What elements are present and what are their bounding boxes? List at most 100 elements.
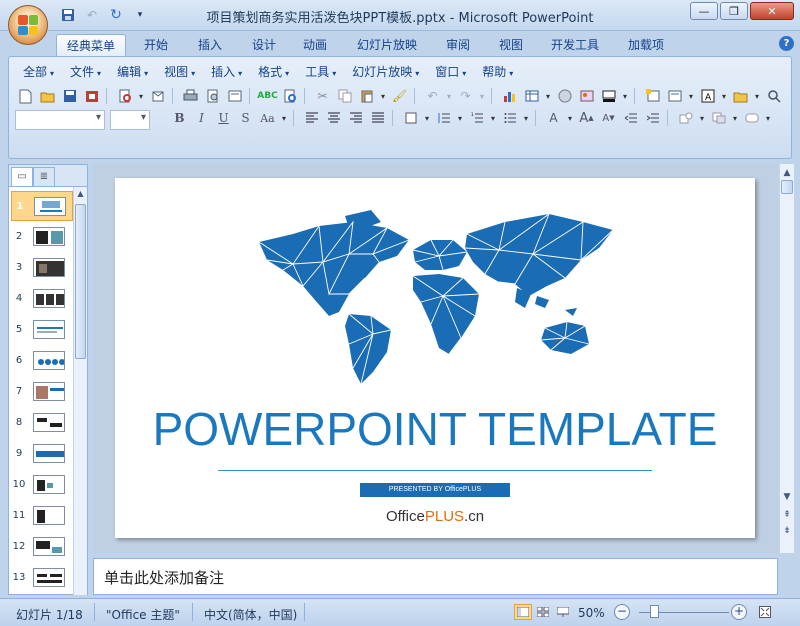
chevron-down-icon[interactable]: ▾ bbox=[455, 108, 465, 128]
chevron-down-icon[interactable]: ▾ bbox=[565, 108, 575, 128]
slide-thumbnail[interactable]: 10 bbox=[11, 470, 73, 500]
cut-icon[interactable]: ✂ bbox=[312, 86, 333, 106]
tab-review[interactable]: 审阅 bbox=[436, 34, 480, 56]
slide-thumbnail[interactable]: 13 bbox=[11, 563, 73, 593]
help-icon[interactable]: ? bbox=[779, 36, 794, 51]
increase-indent-icon[interactable] bbox=[642, 108, 663, 128]
tab-slideshow[interactable]: 幻灯片放映 bbox=[347, 34, 427, 56]
permission-icon[interactable] bbox=[81, 86, 102, 106]
notes-pane[interactable]: 单击此处添加备注 bbox=[93, 558, 778, 595]
next-slide-icon[interactable]: ⇟ bbox=[780, 524, 794, 538]
scrollbar-thumb[interactable] bbox=[781, 180, 793, 194]
language-status[interactable]: 中文(简体，中国) bbox=[204, 606, 297, 623]
chevron-down-icon[interactable]: ▾ bbox=[477, 86, 487, 106]
shapes-icon[interactable] bbox=[675, 108, 696, 128]
slide-thumbnail[interactable]: 9 bbox=[11, 439, 73, 469]
research-icon[interactable] bbox=[279, 86, 300, 106]
preview-icon[interactable] bbox=[202, 86, 223, 106]
italic-icon[interactable]: I bbox=[191, 108, 212, 128]
menu-window[interactable]: 窗口 ▾ bbox=[427, 63, 474, 81]
zoom-slider-thumb[interactable] bbox=[650, 605, 659, 618]
arrange-icon[interactable] bbox=[708, 108, 729, 128]
restore-button[interactable]: ❐ bbox=[720, 2, 748, 20]
insert-picture-icon[interactable] bbox=[576, 86, 597, 106]
chevron-down-icon[interactable]: ▾ bbox=[422, 108, 432, 128]
chevron-down-icon[interactable]: ▾ bbox=[521, 108, 531, 128]
font-color-icon[interactable]: A bbox=[543, 108, 564, 128]
minimize-button[interactable]: — bbox=[690, 2, 718, 20]
menu-all[interactable]: 全部 ▾ bbox=[15, 63, 62, 81]
menu-file[interactable]: 文件 ▾ bbox=[62, 63, 109, 81]
fill-color-icon[interactable] bbox=[598, 86, 619, 106]
slide-canvas[interactable]: POWERPOINT TEMPLATE PRESENTED BY OfficeP… bbox=[115, 178, 755, 538]
slide-thumbnail[interactable]: 12 bbox=[11, 532, 73, 562]
zoom-out-button[interactable]: − bbox=[614, 604, 630, 620]
menu-help[interactable]: 帮助 ▾ bbox=[474, 63, 521, 81]
chevron-down-icon[interactable]: ▾ bbox=[752, 86, 762, 106]
font-size-combo[interactable] bbox=[110, 110, 150, 130]
slide-thumbnail[interactable]: 7 bbox=[11, 377, 73, 407]
zoom-in-button[interactable]: + bbox=[731, 604, 747, 620]
text-direction-icon[interactable] bbox=[400, 108, 421, 128]
tab-addins[interactable]: 加载项 bbox=[618, 34, 674, 56]
spelling-icon[interactable]: ABC bbox=[257, 86, 278, 106]
print-icon[interactable] bbox=[180, 86, 201, 106]
menu-edit[interactable]: 编辑 ▾ bbox=[109, 63, 156, 81]
slide-thumbnail[interactable]: 5 bbox=[11, 315, 73, 345]
scroll-down-icon[interactable]: ▼ bbox=[780, 490, 794, 504]
chevron-down-icon[interactable]: ▾ bbox=[488, 108, 498, 128]
align-center-icon[interactable] bbox=[323, 108, 344, 128]
notes-placeholder[interactable]: 单击此处添加备注 bbox=[104, 567, 224, 588]
menu-format[interactable]: 格式 ▾ bbox=[250, 63, 297, 81]
previous-slide-icon[interactable]: ⇞ bbox=[780, 508, 794, 522]
open-folder-icon[interactable] bbox=[37, 86, 58, 106]
slide-thumbnail[interactable]: 2 bbox=[11, 222, 73, 252]
slideshow-view-button[interactable] bbox=[554, 604, 572, 620]
menu-slideshow[interactable]: 幻灯片放映 ▾ bbox=[344, 63, 427, 81]
menu-view[interactable]: 视图 ▾ bbox=[156, 63, 203, 81]
slide-thumbnail[interactable]: 1 bbox=[11, 191, 73, 221]
chevron-down-icon[interactable]: ▾ bbox=[136, 86, 146, 106]
office-button[interactable] bbox=[8, 5, 48, 45]
chevron-down-icon[interactable]: ▾ bbox=[378, 86, 388, 106]
tab-design[interactable]: 设计 bbox=[242, 34, 286, 56]
search-icon[interactable] bbox=[763, 86, 784, 106]
bold-icon[interactable]: B bbox=[169, 108, 190, 128]
tab-animation[interactable]: 动画 bbox=[293, 34, 337, 56]
fit-to-window-button[interactable] bbox=[756, 604, 774, 620]
tab-developer[interactable]: 开发工具 bbox=[541, 34, 609, 56]
slide-sorter-view-button[interactable] bbox=[534, 604, 552, 620]
chevron-down-icon[interactable]: ▾ bbox=[697, 108, 707, 128]
line-spacing-icon[interactable] bbox=[433, 108, 454, 128]
new-slide-icon[interactable] bbox=[642, 86, 663, 106]
menu-tools[interactable]: 工具 ▾ bbox=[297, 63, 344, 81]
tab-classic-menu[interactable]: 经典菜单 bbox=[56, 34, 127, 56]
chevron-down-icon[interactable]: ▾ bbox=[686, 86, 696, 106]
normal-view-button[interactable] bbox=[514, 604, 532, 620]
bullets-icon[interactable] bbox=[499, 108, 520, 128]
slide-thumbnail[interactable]: 8 bbox=[11, 408, 73, 438]
tab-view[interactable]: 视图 bbox=[489, 34, 533, 56]
scroll-up-icon[interactable]: ▲ bbox=[74, 189, 87, 198]
slide-thumbnail[interactable]: 6 bbox=[11, 346, 73, 376]
slide-layout-icon[interactable] bbox=[224, 86, 245, 106]
insert-table-icon[interactable] bbox=[521, 86, 542, 106]
undo-icon[interactable]: ↶ bbox=[422, 86, 443, 106]
paste-icon[interactable] bbox=[356, 86, 377, 106]
outline-tab[interactable]: ≣ bbox=[33, 167, 55, 186]
save-icon[interactable] bbox=[59, 86, 80, 106]
change-case-icon[interactable]: Aa bbox=[257, 108, 278, 128]
justify-icon[interactable] bbox=[367, 108, 388, 128]
align-left-icon[interactable] bbox=[301, 108, 322, 128]
chevron-down-icon[interactable]: ▾ bbox=[444, 86, 454, 106]
chevron-down-icon[interactable]: ▾ bbox=[763, 108, 773, 128]
print-preview-icon[interactable] bbox=[114, 86, 135, 106]
menu-insert[interactable]: 插入 ▾ bbox=[203, 63, 250, 81]
slides-tab[interactable]: ▭ bbox=[11, 167, 33, 186]
new-file-icon[interactable] bbox=[15, 86, 36, 106]
email-attach-icon[interactable] bbox=[147, 86, 168, 106]
grow-font-icon[interactable]: A ▲ bbox=[576, 108, 597, 128]
theme-status[interactable]: "Office 主题" bbox=[106, 606, 180, 623]
zoom-level[interactable]: 50% bbox=[578, 606, 605, 620]
tab-home[interactable]: 开始 bbox=[134, 34, 178, 56]
